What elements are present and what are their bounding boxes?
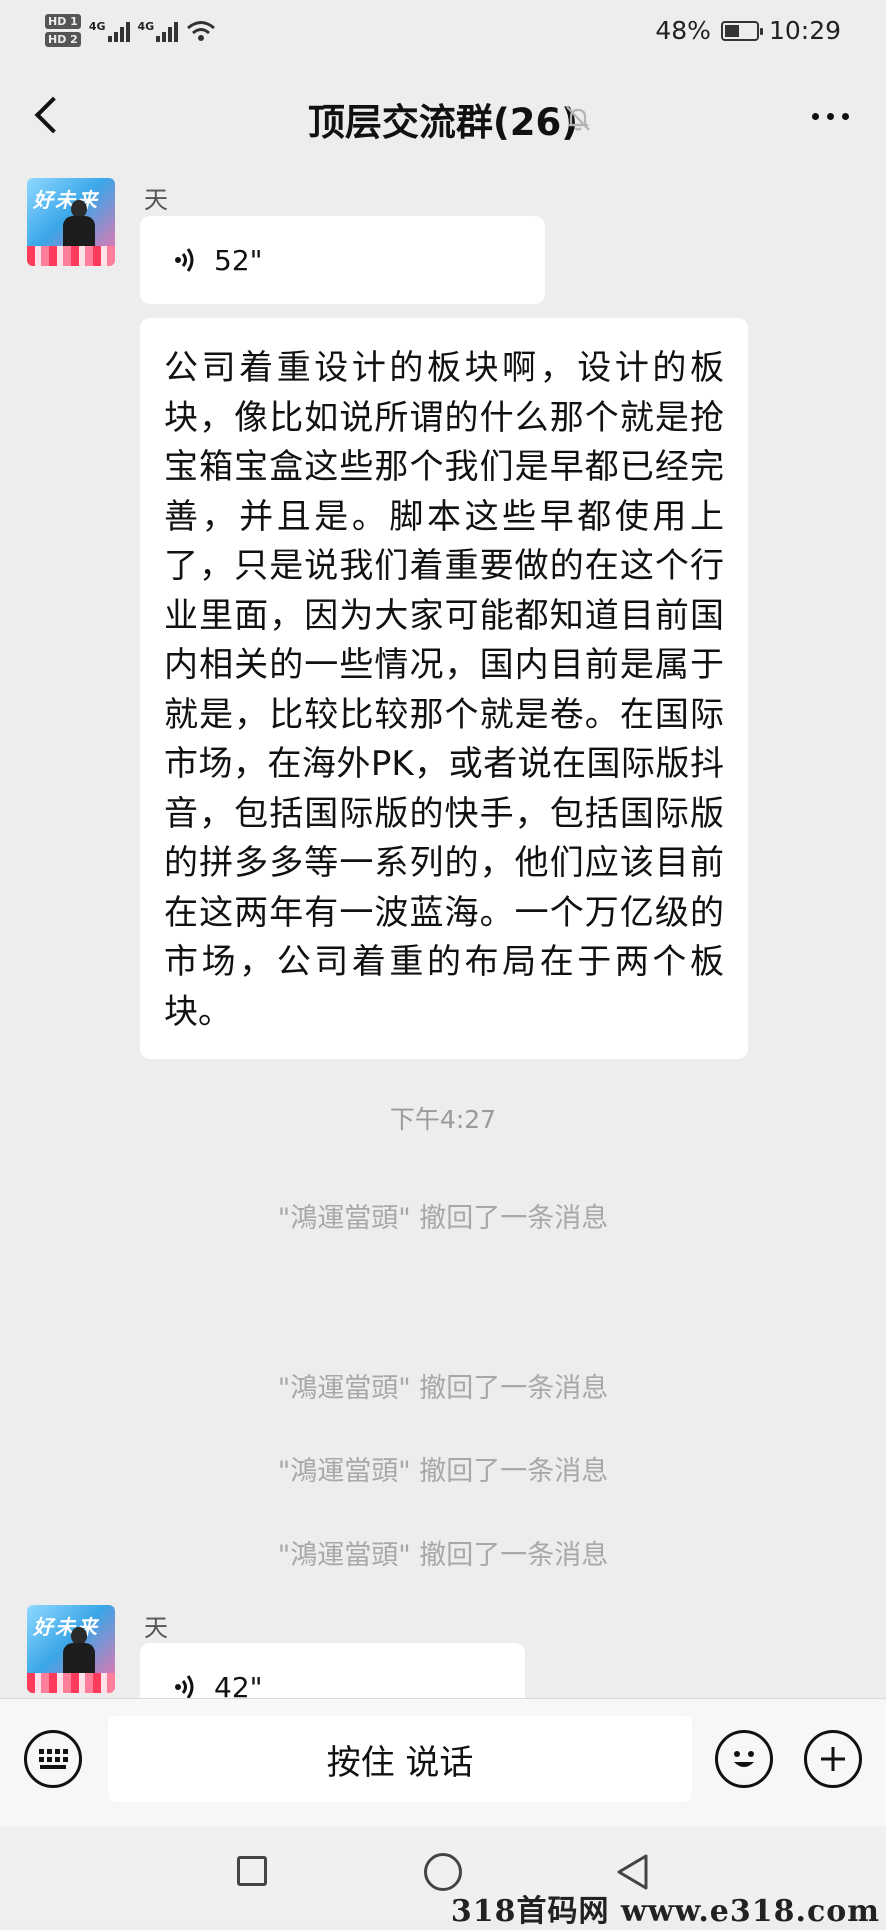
status-bar: HD 1 HD 2 4G 4G 48% 10:29	[0, 0, 886, 62]
signal-icon: 4G	[89, 20, 130, 42]
hd-indicators: HD 1 HD 2	[45, 14, 81, 47]
battery-level	[724, 24, 739, 37]
emoji-button[interactable]	[715, 1730, 773, 1788]
chat-header: 顶层交流群(26)	[0, 62, 886, 168]
voice-message-bubble[interactable]: 52"	[140, 216, 545, 304]
signal-icon-2: 4G	[138, 20, 179, 42]
sender-name: 天	[144, 1614, 168, 1642]
hd1-label: HD 1	[45, 14, 81, 29]
clock: 10:29	[768, 16, 841, 45]
plus-icon	[821, 1747, 845, 1771]
recall-notice: "鴻運當頭" 撤回了一条消息	[277, 1540, 609, 1571]
sender-avatar[interactable]: 好未来	[27, 1605, 115, 1693]
keyboard-toggle-button[interactable]	[24, 1730, 82, 1788]
avatar-text: 好未来	[33, 188, 99, 212]
status-right: 48% 10:29	[655, 16, 841, 45]
more-icon-dot	[811, 112, 819, 120]
mute-bell-icon	[566, 106, 590, 131]
keyboard-icon	[38, 1749, 68, 1769]
more-icon-dot	[826, 112, 834, 120]
battery-percent: 48%	[655, 16, 711, 45]
network-type-label: 4G	[88, 19, 106, 33]
network-type-label-2: 4G	[137, 19, 155, 33]
more-icon-dot	[841, 112, 849, 120]
text-message-bubble[interactable]: 公司着重设计的板块啊，设计的板块，像比如说所谓的什么那个就是抢宝箱宝盒这些那个我…	[140, 318, 748, 1059]
voice-wave-icon	[175, 248, 194, 272]
more-button[interactable]	[800, 98, 860, 134]
recent-apps-icon[interactable]	[237, 1856, 267, 1886]
timestamp: 下午4:27	[389, 1105, 497, 1134]
recall-notice: "鴻運當頭" 撤回了一条消息	[277, 1203, 609, 1234]
avatar-text: 好未来	[33, 1615, 99, 1639]
recall-notice: "鴻運當頭" 撤回了一条消息	[277, 1456, 609, 1487]
battery-icon	[720, 20, 763, 41]
chat-title: 顶层交流群(26)	[307, 101, 579, 144]
wifi-icon	[187, 20, 216, 41]
plus-button[interactable]	[804, 1730, 862, 1788]
hd2-label: HD 2	[45, 32, 81, 47]
hold-to-talk-button[interactable]: 按住 说话	[108, 1716, 692, 1802]
emoji-icon	[734, 1751, 754, 1767]
sender-name: 天	[144, 186, 168, 214]
watermark: 318首码网 www.e318.com	[450, 1894, 880, 1929]
voice-duration: 52"	[214, 243, 263, 277]
input-bar: 按住 说话	[0, 1698, 886, 1827]
recall-notice: "鴻運當頭" 撤回了一条消息	[277, 1373, 609, 1404]
status-left: HD 1 HD 2 4G 4G	[45, 14, 216, 47]
sender-avatar[interactable]: 好未来	[27, 178, 115, 266]
